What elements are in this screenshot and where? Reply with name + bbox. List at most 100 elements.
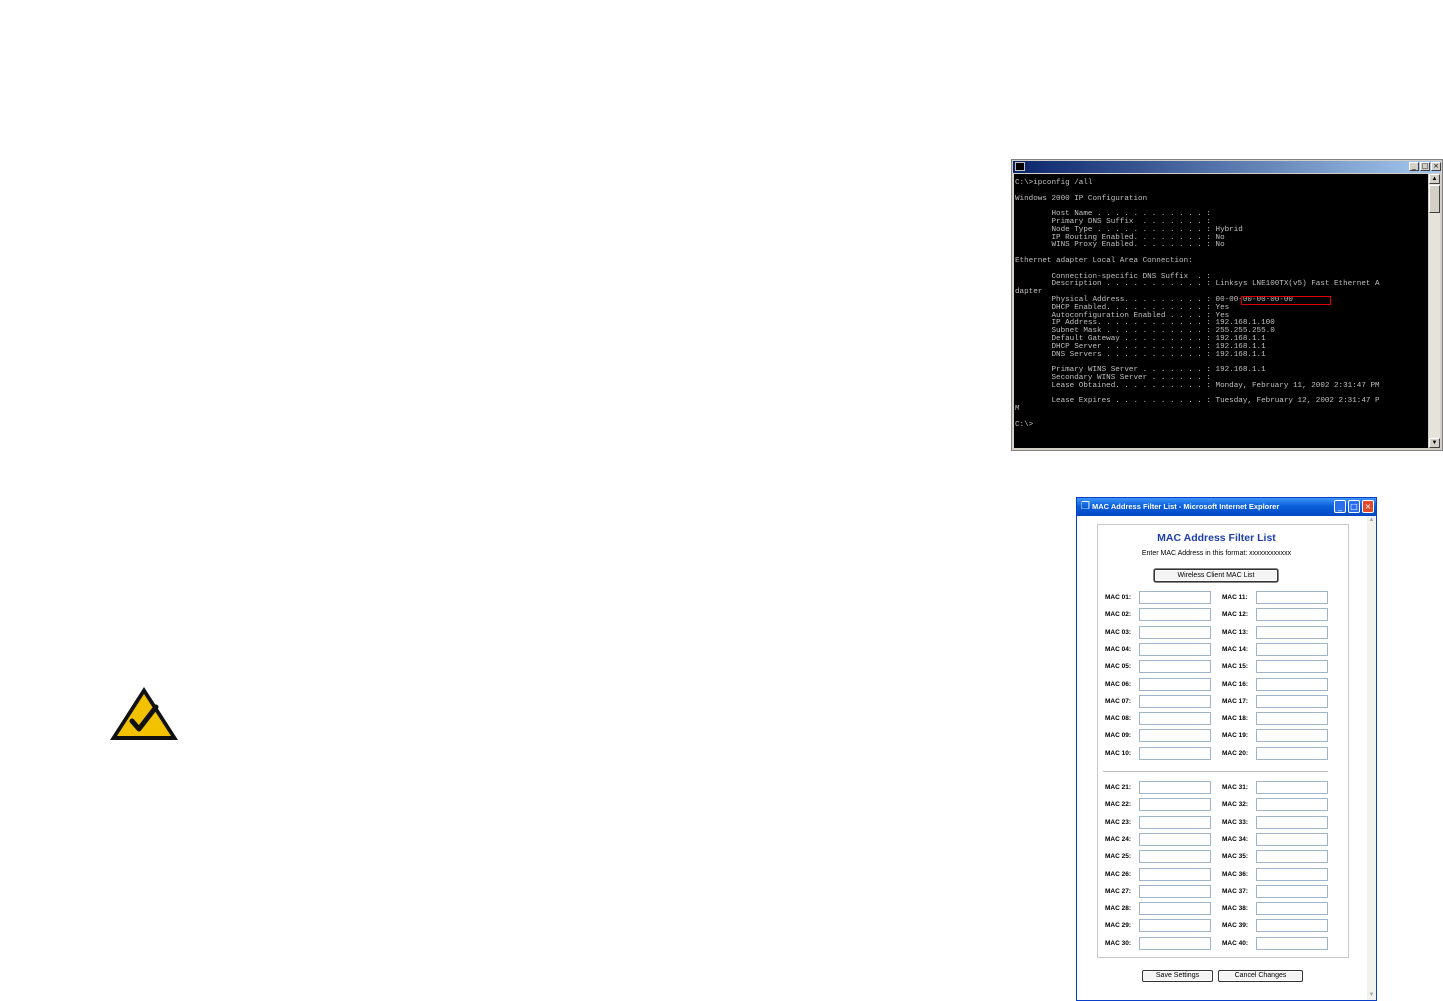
mac-field-label: MAC 36: <box>1222 870 1249 878</box>
mac-address-input[interactable] <box>1139 660 1211 674</box>
mac-address-input[interactable] <box>1139 625 1211 639</box>
mac-address-input[interactable] <box>1256 746 1328 760</box>
mac-address-input[interactable] <box>1139 746 1211 760</box>
mac-field-label: MAC 29: <box>1105 922 1132 930</box>
mac-field-label: MAC 05: <box>1105 663 1132 671</box>
mac-address-input[interactable] <box>1256 712 1328 726</box>
mac-field-label: MAC 17: <box>1222 697 1249 705</box>
mac-address-input[interactable] <box>1139 919 1211 933</box>
mac-field-label: MAC 32: <box>1222 801 1249 809</box>
mac-address-input[interactable] <box>1139 608 1211 622</box>
mac-address-input[interactable] <box>1139 677 1211 691</box>
mac-field-label: MAC 18: <box>1222 715 1249 723</box>
mac-field-label: MAC 39: <box>1222 922 1249 930</box>
mac-field-label: MAC 28: <box>1105 905 1132 913</box>
scroll-up-arrow-icon[interactable]: ▲ <box>1367 516 1376 525</box>
mac-field-label: MAC 03: <box>1105 628 1132 636</box>
mac-address-input[interactable] <box>1256 902 1328 916</box>
command-prompt-window: _ □ × C:\>ipconfig /all Windows 2000 IP … <box>1011 159 1443 451</box>
console-icon <box>1015 162 1025 171</box>
mac-address-input[interactable] <box>1256 608 1328 622</box>
scroll-down-arrow-icon[interactable]: ▼ <box>1429 438 1440 448</box>
mac-address-input[interactable] <box>1139 936 1211 950</box>
scroll-up-arrow-icon[interactable]: ▲ <box>1429 174 1440 184</box>
mac-address-input[interactable] <box>1256 677 1328 691</box>
mac-address-input[interactable] <box>1256 884 1328 898</box>
mac-address-input[interactable] <box>1139 712 1211 726</box>
close-button[interactable]: × <box>1431 162 1441 171</box>
cancel-changes-button[interactable]: Cancel Changes <box>1218 970 1303 982</box>
mac-field-label: MAC 22: <box>1105 801 1132 809</box>
save-settings-button[interactable]: Save Settings <box>1142 970 1213 982</box>
wireless-client-mac-list-button[interactable]: Wireless Client MAC List <box>1154 569 1278 582</box>
mac-address-input[interactable] <box>1139 850 1211 864</box>
mac-field-label: MAC 20: <box>1222 749 1249 757</box>
mac-field-label: MAC 26: <box>1105 870 1132 878</box>
mac-address-input[interactable] <box>1139 815 1211 829</box>
page-title: MAC Address Filter List <box>1157 532 1276 544</box>
mac-field-label: MAC 01: <box>1105 594 1132 601</box>
mac-address-input[interactable] <box>1256 642 1328 656</box>
browser-titlebar: ❐ MAC Address Filter List - Microsoft In… <box>1077 498 1376 516</box>
mac-address-input[interactable] <box>1256 798 1328 812</box>
mac-field-label: MAC 09: <box>1105 732 1132 740</box>
mac-field-label: MAC 04: <box>1105 645 1132 653</box>
mac-field-label: MAC 31: <box>1222 784 1249 791</box>
mac-address-input[interactable] <box>1256 867 1328 881</box>
mac-address-input[interactable] <box>1139 832 1211 846</box>
mac-field-label: MAC 25: <box>1105 853 1132 861</box>
scroll-down-arrow-icon[interactable]: ▼ <box>1367 991 1376 1000</box>
mac-field-label: MAC 24: <box>1105 835 1132 843</box>
mac-address-input[interactable] <box>1139 884 1211 898</box>
mac-address-input[interactable] <box>1256 694 1328 708</box>
mac-field-label: MAC 40: <box>1222 939 1249 947</box>
minimize-button[interactable]: _ <box>1409 162 1419 171</box>
mac-field-label: MAC 13: <box>1222 628 1249 636</box>
close-button[interactable]: × <box>1362 500 1374 513</box>
mac-address-input[interactable] <box>1139 591 1211 604</box>
mac-address-input[interactable] <box>1139 867 1211 881</box>
maximize-button[interactable]: □ <box>1348 500 1360 513</box>
mac-address-input[interactable] <box>1256 936 1328 950</box>
mac-field-label: MAC 16: <box>1222 680 1249 688</box>
mac-field-label: MAC 30: <box>1105 939 1132 947</box>
mac-address-input[interactable] <box>1256 815 1328 829</box>
mac-address-input[interactable] <box>1256 850 1328 864</box>
mac-field-label: MAC 10: <box>1105 749 1132 757</box>
console-titlebar: _ □ × <box>1013 161 1441 173</box>
console-scrollbar[interactable]: ▲ ▼ <box>1429 174 1440 448</box>
mac-address-input[interactable] <box>1256 832 1328 846</box>
mac-address-input[interactable] <box>1139 781 1211 794</box>
physical-address-highlight <box>1241 296 1331 305</box>
mac-address-input[interactable] <box>1256 625 1328 639</box>
scroll-thumb[interactable] <box>1429 185 1440 213</box>
checkmark-warning-icon <box>110 687 178 740</box>
mac-field-label: MAC 11: <box>1222 594 1248 601</box>
mac-field-label: MAC 08: <box>1105 715 1132 723</box>
mac-address-input[interactable] <box>1256 591 1328 604</box>
mac-address-input[interactable] <box>1139 694 1211 708</box>
mac-address-input[interactable] <box>1256 781 1328 794</box>
mac-address-input[interactable] <box>1256 729 1328 743</box>
mac-field-label: MAC 23: <box>1105 818 1132 826</box>
mac-address-input[interactable] <box>1256 919 1328 933</box>
browser-scrollbar[interactable]: ▲ ▼ <box>1367 516 1376 1000</box>
mac-field-label: MAC 37: <box>1222 887 1249 895</box>
format-instructions: Enter MAC Address in this format: xxxxxx… <box>1141 550 1292 557</box>
mac-filter-browser-window: ❐ MAC Address Filter List - Microsoft In… <box>1076 497 1377 1001</box>
mac-address-input[interactable] <box>1139 729 1211 743</box>
group-divider <box>1103 771 1328 772</box>
mac-address-input[interactable] <box>1256 660 1328 674</box>
mac-address-input[interactable] <box>1139 798 1211 812</box>
mac-address-input[interactable] <box>1139 642 1211 656</box>
mac-field-label: MAC 02: <box>1105 611 1132 619</box>
mac-field-label: MAC 07: <box>1105 697 1132 705</box>
mac-address-input[interactable] <box>1139 902 1211 916</box>
mac-field-label: MAC 14: <box>1222 645 1249 653</box>
mac-field-label: MAC 19: <box>1222 732 1249 740</box>
console-screen[interactable]: C:\>ipconfig /all Windows 2000 IP Config… <box>1014 174 1428 448</box>
minimize-button[interactable]: _ <box>1334 500 1346 513</box>
maximize-button[interactable]: □ <box>1420 162 1430 171</box>
mac-field-label: MAC 34: <box>1222 835 1249 843</box>
mac-field-label: MAC 06: <box>1105 680 1132 688</box>
